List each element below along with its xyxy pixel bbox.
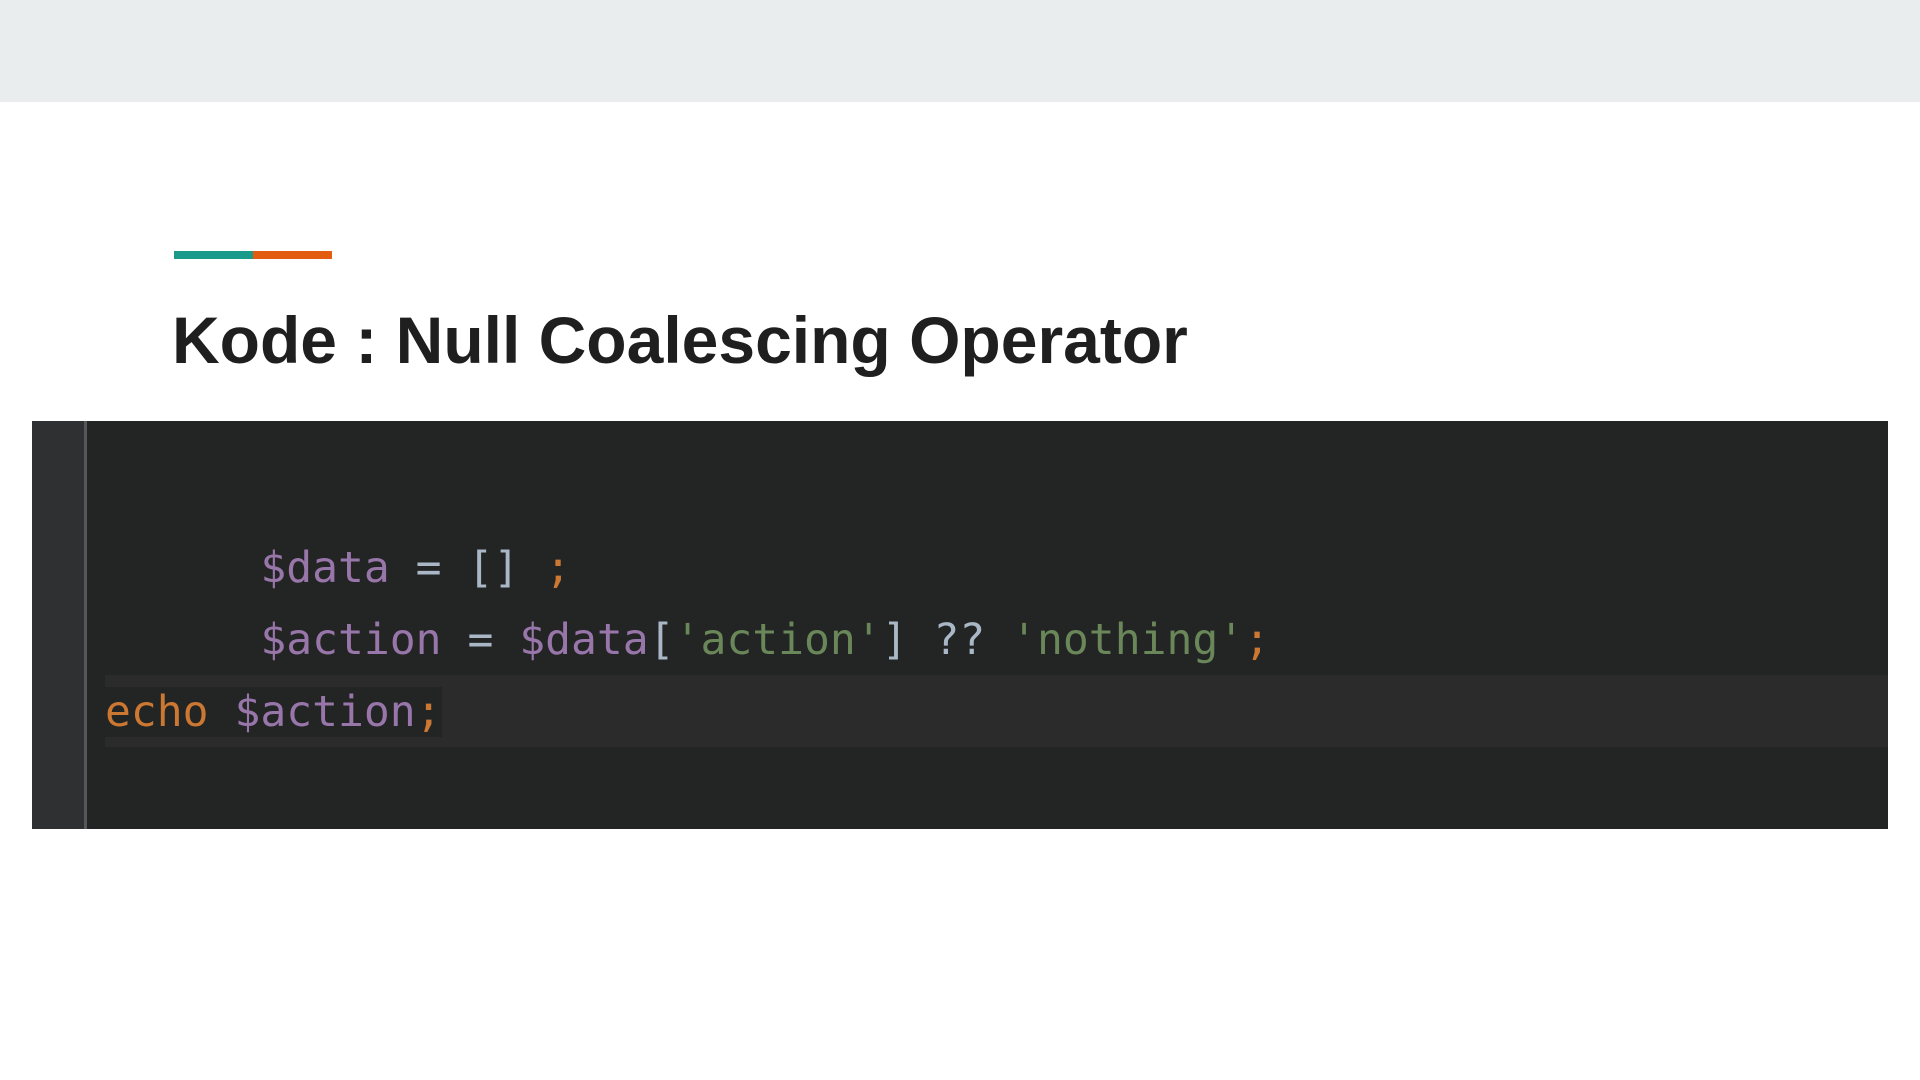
code-line-2[interactable]: $action = $data['action'] ?? 'nothing'; — [105, 532, 1270, 665]
code-block: $data = [] ; $action = $data['action'] ?… — [105, 460, 1270, 748]
code-line-1[interactable]: $data = [] ; — [105, 460, 1270, 593]
code-line-4[interactable]: echo $action; — [105, 676, 1270, 748]
title-accent-bar — [174, 251, 332, 259]
code-editor: $data = [] ; $action = $data['action'] ?… — [32, 421, 1888, 829]
code-token: $action — [234, 687, 416, 737]
selection-box: echo $action; — [105, 687, 442, 737]
accent-segment-teal — [174, 251, 253, 259]
gutter-divider — [84, 421, 87, 829]
editor-gutter — [32, 421, 84, 829]
code-line-3[interactable] — [105, 604, 1270, 676]
code-token: ; — [415, 687, 442, 737]
top-band — [0, 0, 1920, 102]
slide-title: Kode : Null Coalescing Operator — [172, 303, 1188, 377]
accent-segment-orange — [253, 251, 332, 259]
code-token: echo — [105, 687, 209, 737]
